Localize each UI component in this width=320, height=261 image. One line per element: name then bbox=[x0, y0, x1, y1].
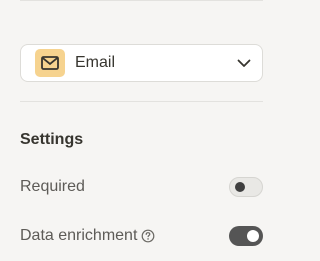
field-settings-panel: Email Settings Required Data enrichment bbox=[0, 0, 280, 261]
data-enrichment-label: Data enrichment bbox=[20, 227, 229, 245]
section-divider bbox=[20, 101, 263, 102]
chevron-down-icon bbox=[236, 55, 252, 71]
data-enrichment-label-text: Data enrichment bbox=[20, 227, 138, 244]
top-divider bbox=[20, 0, 263, 1]
field-type-select[interactable]: Email bbox=[20, 44, 263, 82]
required-label-text: Required bbox=[20, 178, 85, 195]
setting-row-data-enrichment: Data enrichment bbox=[20, 225, 263, 247]
toggle-knob bbox=[235, 182, 245, 192]
data-enrichment-toggle[interactable] bbox=[229, 226, 263, 246]
question-circle-icon[interactable] bbox=[141, 229, 155, 243]
field-type-label: Email bbox=[75, 54, 116, 71]
required-label: Required bbox=[20, 178, 229, 196]
mail-icon bbox=[35, 49, 65, 77]
toggle-knob bbox=[247, 230, 259, 242]
setting-row-required: Required bbox=[20, 176, 263, 198]
settings-heading: Settings bbox=[20, 131, 84, 148]
required-toggle[interactable] bbox=[229, 177, 263, 197]
